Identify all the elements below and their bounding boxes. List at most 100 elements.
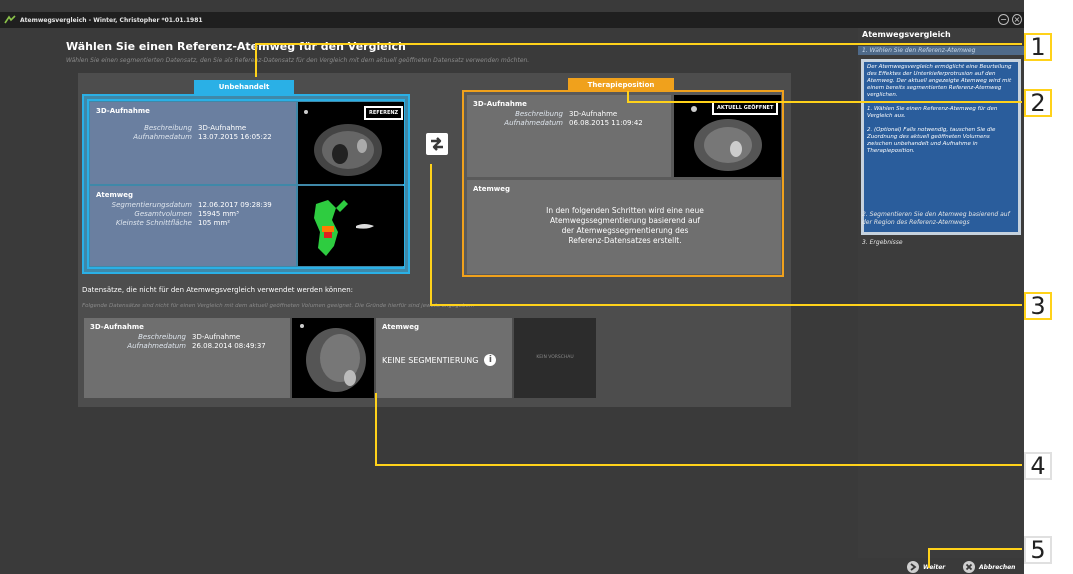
therapy-scan-thumbnail: AKTUELL GEÖFFNET <box>674 95 781 177</box>
info-icon[interactable]: i <box>484 354 497 366</box>
no-preview-label: KEIN VORSCHAU <box>536 355 574 360</box>
date-label: Aufnahmedatum <box>133 133 192 141</box>
app-window: Atemwegsvergleich - Winter, Christopher … <box>0 0 1024 574</box>
date-value: 13.07.2015 16:05:22 <box>198 133 272 141</box>
callout-line-4-horizontal <box>375 464 1022 466</box>
volume-row: Gesamtvolumen 15945 mm³ <box>96 210 239 218</box>
page-subtitle: Wählen Sie einen segmentierten Datensatz… <box>66 57 530 64</box>
therapy-dataset-card[interactable]: 3D-Aufnahme Beschreibung 3D-Aufnahme Aufn… <box>462 90 784 277</box>
scan-description-row: Beschreibung 3D-Aufnahme <box>473 110 617 118</box>
scan-heading: 3D-Aufnahme <box>90 323 144 331</box>
next-button[interactable]: Weiter <box>907 560 945 574</box>
step-desc-paragraph: 1. Wählen Sie einen Referenz-Atemweg für… <box>867 106 998 119</box>
app-logo-icon <box>4 15 16 24</box>
description-label: Beschreibung <box>515 110 563 118</box>
next-button-label: Weiter <box>923 563 946 571</box>
callout-number-2: 2 <box>1024 89 1052 117</box>
area-label: Kleinste Schnittfläche <box>115 219 192 227</box>
currently-open-badge: AKTUELL GEÖFFNET <box>712 101 779 115</box>
description-label: Beschreibung <box>138 333 186 341</box>
minimize-icon[interactable]: − <box>998 14 1009 25</box>
callout-number-1: 1 <box>1024 33 1052 61</box>
segmentation-date-label: Segmentierungsdatum <box>111 201 192 209</box>
segmentation-date-value: 12.06.2017 09:28:39 <box>198 201 272 209</box>
tab-untreated: Unbehandelt <box>194 80 294 94</box>
excluded-scan-panel: 3D-Aufnahme Beschreibung 3D-Aufnahme Aufn… <box>84 318 290 398</box>
volume-value: 15945 mm³ <box>198 210 239 218</box>
scan-date-row: Aufnahmedatum 06.08.2015 11:09:42 <box>473 119 643 127</box>
cancel-x-icon <box>963 561 975 573</box>
excluded-airway-panel: Atemweg KEINE SEGMENTIERUNG i <box>376 318 512 398</box>
no-segmentation-status: KEINE SEGMENTIERUNG i <box>382 354 497 366</box>
scan-date-row: Aufnahmedatum 26.08.2014 08:49:37 <box>90 342 266 350</box>
callout-line-4-vertical <box>375 393 377 466</box>
volume-label: Gesamtvolumen <box>134 210 192 218</box>
description-value: 3D-Aufnahme <box>198 124 247 132</box>
excluded-section-subtitle: Folgende Datensätze sind nicht für einen… <box>82 303 475 309</box>
page-title: Wählen Sie einen Referenz-Atemweg für de… <box>66 40 406 53</box>
callout-line-1-horizontal <box>255 43 1022 45</box>
airway-heading: Atemweg <box>96 191 134 199</box>
step-1-description: Der Atemwegsvergleich ermöglicht eine Be… <box>861 59 1021 235</box>
cancel-button[interactable]: Abbrechen <box>963 560 1015 574</box>
sidebar-step-3[interactable]: 3. Ergebnisse <box>858 238 1024 247</box>
compare-area: Unbehandelt 3D-Aufnahme Beschreibung 3D-A… <box>78 73 791 283</box>
callout-line-3-vertical <box>430 164 432 306</box>
scan-heading: 3D-Aufnahme <box>473 100 527 108</box>
airway-heading: Atemweg <box>382 323 420 331</box>
date-value: 26.08.2014 08:49:37 <box>192 342 266 350</box>
untreated-airway-panel: Atemweg Segmentierungsdatum 12.06.2017 09… <box>90 186 296 266</box>
scan-date-row: Aufnahmedatum 13.07.2015 16:05:22 <box>96 133 272 141</box>
callout-number-3: 3 <box>1024 292 1052 320</box>
sidebar-step-2[interactable]: 2. Segmentieren Sie den Atemweg basieren… <box>858 210 1024 228</box>
airway-3d-model-image <box>298 186 404 266</box>
date-value: 06.08.2015 11:09:42 <box>569 119 643 127</box>
untreated-scan-panel: 3D-Aufnahme Beschreibung 3D-Aufnahme Aufn… <box>90 102 296 184</box>
area-value: 105 mm² <box>198 219 231 227</box>
callout-line-2-horizontal <box>627 101 1022 103</box>
callout-line-3-horizontal <box>430 304 1022 306</box>
cancel-button-label: Abbrechen <box>979 563 1016 571</box>
no-preview-placeholder: KEIN VORSCHAU <box>514 318 596 398</box>
therapy-airway-panel: Atemweg In den folgenden Schritten wird … <box>467 180 781 274</box>
title-bar: Atemwegsvergleich - Winter, Christopher … <box>0 12 1024 28</box>
date-label: Aufnahmedatum <box>504 119 563 127</box>
airway-heading: Atemweg <box>473 185 511 193</box>
untreated-scan-thumbnail: REFERENZ <box>298 102 404 184</box>
window-title: Atemwegsvergleich - Winter, Christopher … <box>20 16 203 24</box>
area-row: Kleinste Schnittfläche 105 mm² <box>96 219 230 227</box>
segmentation-info-text: In den folgenden Schritten wird eine neu… <box>546 206 704 245</box>
description-label: Beschreibung <box>144 124 192 132</box>
no-segmentation-label: KEINE SEGMENTIERUNG <box>382 355 479 365</box>
step-desc-paragraph: Der Atemwegsvergleich ermöglicht eine Be… <box>867 64 1012 98</box>
swap-button[interactable] <box>426 133 448 155</box>
callout-number-4: 4 <box>1024 452 1052 480</box>
sidebar-title: Atemwegsvergleich <box>862 30 951 39</box>
description-value: 3D-Aufnahme <box>192 333 241 341</box>
scan-description-row: Beschreibung 3D-Aufnahme <box>96 124 246 132</box>
date-label: Aufnahmedatum <box>127 342 186 350</box>
swap-arrows-icon <box>431 137 443 151</box>
excluded-scan-thumbnail <box>292 318 374 398</box>
close-window-icon[interactable]: × <box>1012 14 1022 25</box>
reference-badge: REFERENZ <box>364 106 404 120</box>
scan-heading: 3D-Aufnahme <box>96 107 150 115</box>
untreated-airway-thumbnail <box>298 186 404 266</box>
wizard-sidebar: Atemwegsvergleich 1. Wählen Sie den Refe… <box>858 28 1024 558</box>
callout-line-1-vertical <box>255 43 257 77</box>
description-value: 3D-Aufnahme <box>569 110 618 118</box>
therapy-scan-panel: 3D-Aufnahme Beschreibung 3D-Aufnahme Aufn… <box>467 95 671 177</box>
segmentation-date-row: Segmentierungsdatum 12.06.2017 09:28:39 <box>96 201 272 209</box>
untreated-dataset-card[interactable]: 3D-Aufnahme Beschreibung 3D-Aufnahme Aufn… <box>82 94 410 274</box>
callout-line-5-vertical <box>928 548 930 568</box>
arrow-right-icon <box>907 561 919 573</box>
scan-description-row: Beschreibung 3D-Aufnahme <box>90 333 240 341</box>
excluded-datasets-area: Datensätze, die nicht für den Atemwegsve… <box>78 283 791 407</box>
excluded-section-title: Datensätze, die nicht für den Atemwegsve… <box>82 286 354 294</box>
sidebar-step-1[interactable]: 1. Wählen Sie den Referenz-Atemweg <box>858 46 1024 55</box>
callout-line-5-horizontal <box>928 548 1022 550</box>
callout-number-5: 5 <box>1024 536 1052 564</box>
step-desc-paragraph: 2. (Optional) Falls notwendig, tauschen … <box>867 127 996 154</box>
main-content: Wählen Sie einen Referenz-Atemweg für de… <box>8 28 858 558</box>
ct-slice-image <box>292 318 374 398</box>
